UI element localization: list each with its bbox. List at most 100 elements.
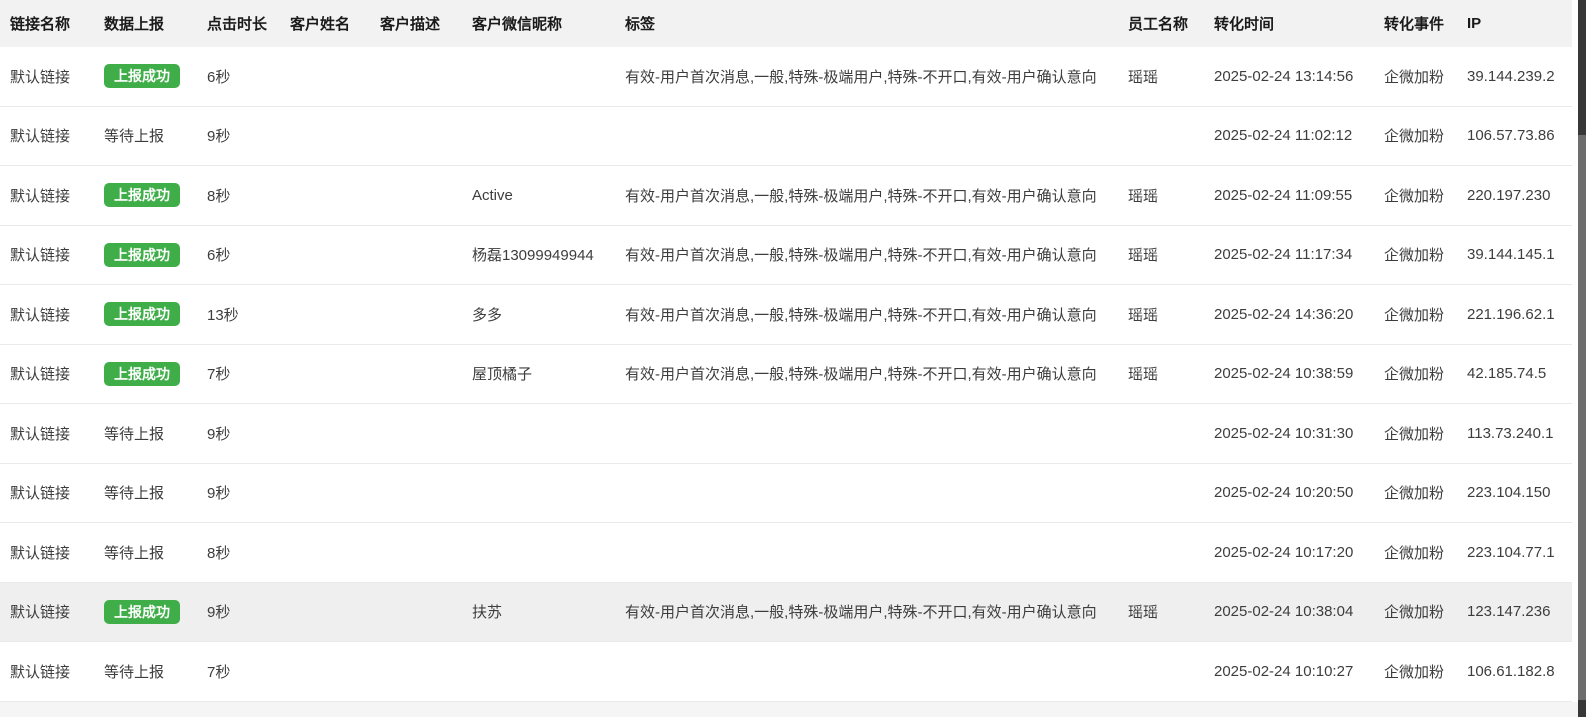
cell-link-name: 默认链接: [10, 244, 104, 265]
table-row[interactable]: 默认链接 等待上报 9秒 2025-02-24 10:31:30 企微加粉 11…: [0, 404, 1572, 464]
scrollbar-thumb[interactable]: [1578, 135, 1586, 700]
cell-conversion-time: 2025-02-24 10:31:30: [1214, 425, 1384, 442]
cell-report-status: 上报成功: [104, 600, 207, 624]
cell-click-duration: 7秒: [207, 661, 290, 682]
cell-conversion-event: 企微加粉: [1384, 185, 1467, 206]
cell-conversion-event: 企微加粉: [1384, 244, 1467, 265]
cell-employee-name: 瑶瑶: [1128, 363, 1214, 384]
cell-click-duration: 9秒: [207, 125, 290, 146]
cell-click-duration: 7秒: [207, 363, 290, 384]
cell-wechat-nickname: 多多: [472, 304, 625, 325]
cell-conversion-time: 2025-02-24 10:10:27: [1214, 663, 1384, 680]
column-header-ip: IP: [1467, 15, 1572, 32]
cell-conversion-event: 企微加粉: [1384, 482, 1467, 503]
column-header-tags: 标签: [625, 13, 1128, 34]
cell-conversion-time: 2025-02-24 13:14:56: [1214, 68, 1384, 85]
cell-link-name: 默认链接: [10, 66, 104, 87]
cell-conversion-event: 企微加粉: [1384, 66, 1467, 87]
column-header-wechat-nickname: 客户微信昵称: [472, 13, 625, 34]
column-header-customer-desc: 客户描述: [380, 13, 472, 34]
cell-ip: 106.57.73.86: [1467, 127, 1572, 144]
cell-click-duration: 8秒: [207, 542, 290, 563]
cell-report-status: 上报成功: [104, 183, 207, 207]
cell-report-status: 上报成功: [104, 302, 207, 326]
cell-link-name: 默认链接: [10, 601, 104, 622]
cell-ip: 113.73.240.1: [1467, 425, 1572, 442]
cell-click-duration: 9秒: [207, 601, 290, 622]
cell-report-status: 等待上报: [104, 661, 207, 682]
cell-ip: 223.104.150: [1467, 484, 1572, 501]
cell-employee-name: 瑶瑶: [1128, 66, 1214, 87]
cell-conversion-time: 2025-02-24 11:17:34: [1214, 246, 1384, 263]
cell-click-duration: 8秒: [207, 185, 290, 206]
cell-link-name: 默认链接: [10, 661, 104, 682]
cell-employee-name: 瑶瑶: [1128, 244, 1214, 265]
cell-conversion-event: 企微加粉: [1384, 601, 1467, 622]
cell-wechat-nickname: 屋顶橘子: [472, 363, 625, 384]
cell-tags: 有效-用户首次消息,一般,特殊-极端用户,特殊-不开口,有效-用户确认意向: [625, 363, 1128, 384]
cell-conversion-event: 企微加粉: [1384, 661, 1467, 682]
column-header-customer-name: 客户姓名: [290, 13, 380, 34]
records-table: 链接名称 数据上报 点击时长 客户姓名 客户描述 客户微信昵称 标签 员工名称 …: [0, 0, 1572, 717]
table-row[interactable]: 默认链接 等待上报 9秒 2025-02-24 11:02:12 企微加粉 10…: [0, 107, 1572, 167]
column-header-conversion-time: 转化时间: [1214, 13, 1384, 34]
table-row[interactable]: 默认链接 上报成功 13秒 多多 有效-用户首次消息,一般,特殊-极端用户,特殊…: [0, 285, 1572, 345]
cell-tags: 有效-用户首次消息,一般,特殊-极端用户,特殊-不开口,有效-用户确认意向: [625, 304, 1128, 325]
table-row[interactable]: 默认链接 上报成功 9秒 扶苏 有效-用户首次消息,一般,特殊-极端用户,特殊-…: [0, 583, 1572, 643]
cell-conversion-event: 企微加粉: [1384, 125, 1467, 146]
cell-conversion-event: 企微加粉: [1384, 423, 1467, 444]
table-row[interactable]: 默认链接 等待上报 7秒 2025-02-24 10:10:27 企微加粉 10…: [0, 642, 1572, 702]
vertical-scrollbar: [1578, 0, 1586, 717]
column-header-employee-name: 员工名称: [1128, 13, 1214, 34]
cell-tags: 有效-用户首次消息,一般,特殊-极端用户,特殊-不开口,有效-用户确认意向: [625, 244, 1128, 265]
report-status-badge: 等待上报: [104, 545, 164, 562]
table-body: 默认链接 上报成功 6秒 有效-用户首次消息,一般,特殊-极端用户,特殊-不开口…: [0, 47, 1572, 702]
cell-click-duration: 9秒: [207, 423, 290, 444]
cell-report-status: 等待上报: [104, 423, 207, 444]
column-header-click-duration: 点击时长: [207, 13, 290, 34]
cell-conversion-event: 企微加粉: [1384, 542, 1467, 563]
cell-report-status: 上报成功: [104, 362, 207, 386]
cell-ip: 106.61.182.8: [1467, 663, 1572, 680]
cell-conversion-time: 2025-02-24 10:38:59: [1214, 365, 1384, 382]
report-status-badge: 上报成功: [104, 243, 180, 267]
report-status-badge: 上报成功: [104, 183, 180, 207]
table-row[interactable]: 默认链接 等待上报 9秒 2025-02-24 10:20:50 企微加粉 22…: [0, 464, 1572, 524]
cell-conversion-event: 企微加粉: [1384, 363, 1467, 384]
cell-conversion-time: 2025-02-24 11:09:55: [1214, 187, 1384, 204]
cell-click-duration: 13秒: [207, 304, 290, 325]
cell-wechat-nickname: 扶苏: [472, 601, 625, 622]
cell-link-name: 默认链接: [10, 125, 104, 146]
cell-click-duration: 6秒: [207, 66, 290, 87]
column-header-report-status: 数据上报: [104, 13, 207, 34]
report-status-badge: 等待上报: [104, 426, 164, 443]
table-row[interactable]: 默认链接 上报成功 8秒 Active 有效-用户首次消息,一般,特殊-极端用户…: [0, 166, 1572, 226]
table-row[interactable]: 默认链接 上报成功 6秒 杨磊13099949944 有效-用户首次消息,一般,…: [0, 226, 1572, 286]
report-status-badge: 上报成功: [104, 362, 180, 386]
cell-conversion-time: 2025-02-24 11:02:12: [1214, 127, 1384, 144]
cell-employee-name: 瑶瑶: [1128, 601, 1214, 622]
cell-tags: 有效-用户首次消息,一般,特殊-极端用户,特殊-不开口,有效-用户确认意向: [625, 66, 1128, 87]
cell-tags: 有效-用户首次消息,一般,特殊-极端用户,特殊-不开口,有效-用户确认意向: [625, 185, 1128, 206]
cell-conversion-time: 2025-02-24 10:20:50: [1214, 484, 1384, 501]
cell-wechat-nickname: 杨磊13099949944: [472, 244, 625, 265]
table-row[interactable]: 默认链接 上报成功 6秒 有效-用户首次消息,一般,特殊-极端用户,特殊-不开口…: [0, 47, 1572, 107]
table-footer-strip: [0, 702, 1578, 717]
table-header-row: 链接名称 数据上报 点击时长 客户姓名 客户描述 客户微信昵称 标签 员工名称 …: [0, 0, 1572, 47]
conversion-records-page: 链接名称 数据上报 点击时长 客户姓名 客户描述 客户微信昵称 标签 员工名称 …: [0, 0, 1586, 717]
cell-report-status: 等待上报: [104, 482, 207, 503]
table-row[interactable]: 默认链接 上报成功 7秒 屋顶橘子 有效-用户首次消息,一般,特殊-极端用户,特…: [0, 345, 1572, 405]
cell-link-name: 默认链接: [10, 304, 104, 325]
cell-tags: 有效-用户首次消息,一般,特殊-极端用户,特殊-不开口,有效-用户确认意向: [625, 601, 1128, 622]
column-header-conversion-event: 转化事件: [1384, 13, 1467, 34]
cell-ip: 221.196.62.1: [1467, 306, 1572, 323]
cell-link-name: 默认链接: [10, 185, 104, 206]
cell-ip: 223.104.77.1: [1467, 544, 1572, 561]
table-row[interactable]: 默认链接 等待上报 8秒 2025-02-24 10:17:20 企微加粉 22…: [0, 523, 1572, 583]
cell-ip: 123.147.236: [1467, 603, 1572, 620]
cell-click-duration: 6秒: [207, 244, 290, 265]
cell-conversion-time: 2025-02-24 14:36:20: [1214, 306, 1384, 323]
cell-link-name: 默认链接: [10, 542, 104, 563]
cell-report-status: 等待上报: [104, 125, 207, 146]
cell-report-status: 上报成功: [104, 243, 207, 267]
